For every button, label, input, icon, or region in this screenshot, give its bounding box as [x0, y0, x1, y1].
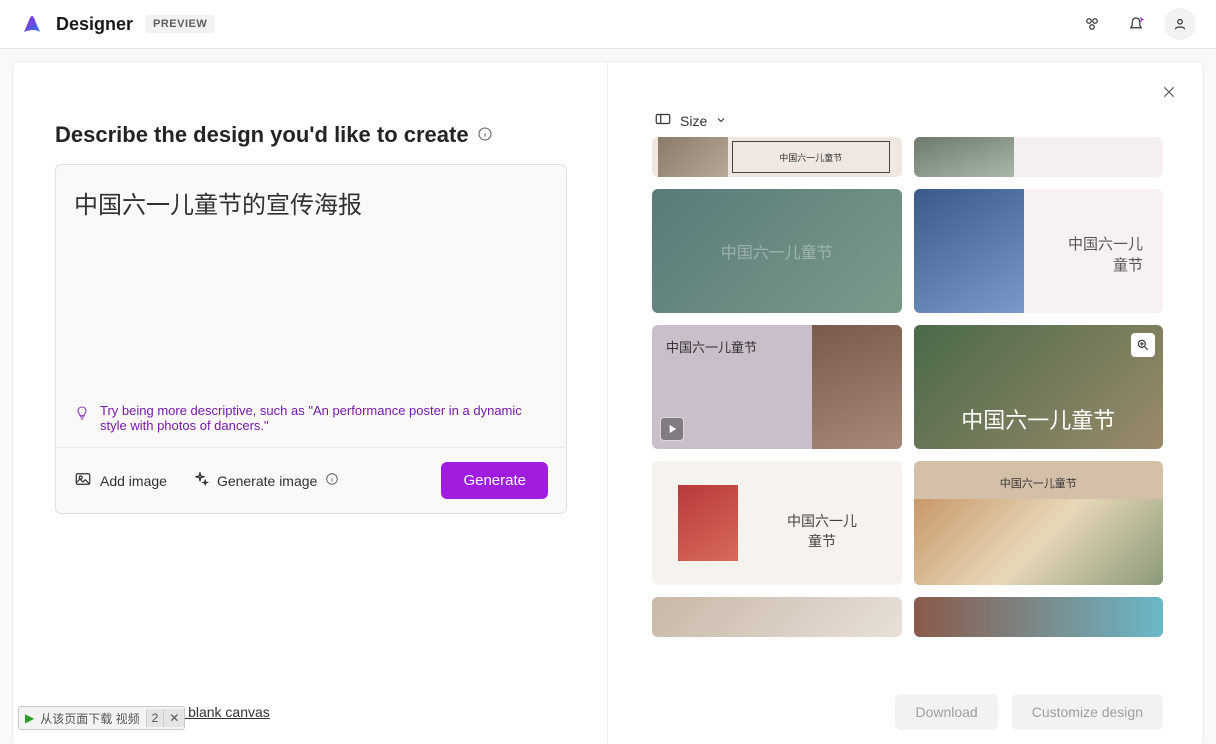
prompt-box: 中国六一儿童节的宣传海报 Try being more descriptive,… [55, 164, 567, 514]
close-icon[interactable]: ✕ [163, 709, 184, 727]
aspect-icon [654, 110, 672, 131]
download-bar-text: 从该页面下载 视频 [40, 710, 145, 727]
image-icon [74, 470, 92, 491]
page-download-bar[interactable]: ▶ 从该页面下载 视频 2 ✕ [18, 706, 185, 730]
add-image-button[interactable]: Add image [74, 470, 167, 491]
card-caption: 中国六一儿童节 [779, 151, 842, 164]
app-name: Designer [56, 14, 133, 35]
play-icon [660, 417, 684, 441]
tip-text: Try being more descriptive, such as "An … [100, 403, 548, 433]
card-caption: 中国六一儿童节 [1063, 233, 1143, 275]
prompt-heading-text: Describe the design you'd like to create [55, 122, 469, 148]
play-icon: ▶ [19, 711, 40, 725]
user-avatar-icon[interactable] [1164, 8, 1196, 40]
size-label: Size [680, 113, 707, 129]
app-header: Designer PREVIEW [0, 0, 1216, 49]
card-caption: 中国六一儿童节 [782, 511, 862, 551]
workspace: Describe the design you'd like to create… [12, 61, 1204, 744]
preview-badge: PREVIEW [145, 15, 215, 33]
results-gallery[interactable]: 中国六一儿童节 中国六一儿童节 中国六一儿童节 中国六一儿童节 [652, 137, 1179, 678]
card-caption: 中国六一儿童节 [1000, 475, 1077, 491]
header-action-1-icon[interactable] [1076, 8, 1108, 40]
result-card[interactable]: 中国六一儿童节 [914, 461, 1164, 585]
customize-button[interactable]: Customize design [1012, 694, 1163, 730]
results-panel: Size 中国六一儿童节 中国六一儿童节 [608, 62, 1203, 744]
card-caption: 中国六一儿童节 [961, 403, 1115, 435]
close-icon[interactable] [1161, 84, 1177, 105]
result-card[interactable]: 中国六一儿童节 [652, 189, 902, 313]
add-image-label: Add image [100, 473, 167, 489]
prompt-heading: Describe the design you'd like to create [55, 122, 567, 148]
sparkle-bell-icon[interactable] [1120, 8, 1152, 40]
info-icon[interactable] [477, 122, 493, 148]
result-card[interactable] [652, 597, 902, 637]
card-caption: 中国六一儿童节 [721, 239, 833, 263]
result-card[interactable] [914, 597, 1164, 637]
result-card[interactable]: 中国六一儿童节 [652, 137, 902, 177]
prompt-input[interactable]: 中国六一儿童节的宣传海报 [56, 165, 566, 395]
results-footer: Download Customize design [608, 678, 1203, 744]
result-card[interactable]: 中国六一儿童节 [914, 189, 1164, 313]
prompt-actions: Add image Generate image Generate [56, 448, 566, 513]
lightbulb-icon [74, 403, 90, 424]
generate-image-label: Generate image [217, 473, 317, 489]
download-button[interactable]: Download [895, 694, 997, 730]
prompt-panel: Describe the design you'd like to create… [13, 62, 608, 744]
sparkle-icon [191, 470, 209, 491]
chevron-down-icon [715, 113, 727, 129]
size-dropdown[interactable]: Size [608, 62, 1203, 131]
generate-image-button[interactable]: Generate image [191, 470, 339, 491]
tip-row: Try being more descriptive, such as "An … [56, 395, 566, 448]
result-card[interactable]: 中国六一儿童节 [652, 325, 902, 449]
blank-canvas-link[interactable]: a blank canvas [176, 704, 269, 720]
card-caption: 中国六一儿童节 [666, 337, 757, 356]
download-count: 2 [146, 709, 164, 727]
result-card[interactable]: 中国六一儿童节 [914, 325, 1164, 449]
result-card[interactable]: 中国六一儿童节 [652, 461, 902, 585]
result-card[interactable] [914, 137, 1164, 177]
generate-button[interactable]: Generate [441, 462, 548, 499]
zoom-icon[interactable] [1131, 333, 1155, 357]
info-icon [325, 472, 339, 489]
app-logo-icon [20, 12, 44, 36]
